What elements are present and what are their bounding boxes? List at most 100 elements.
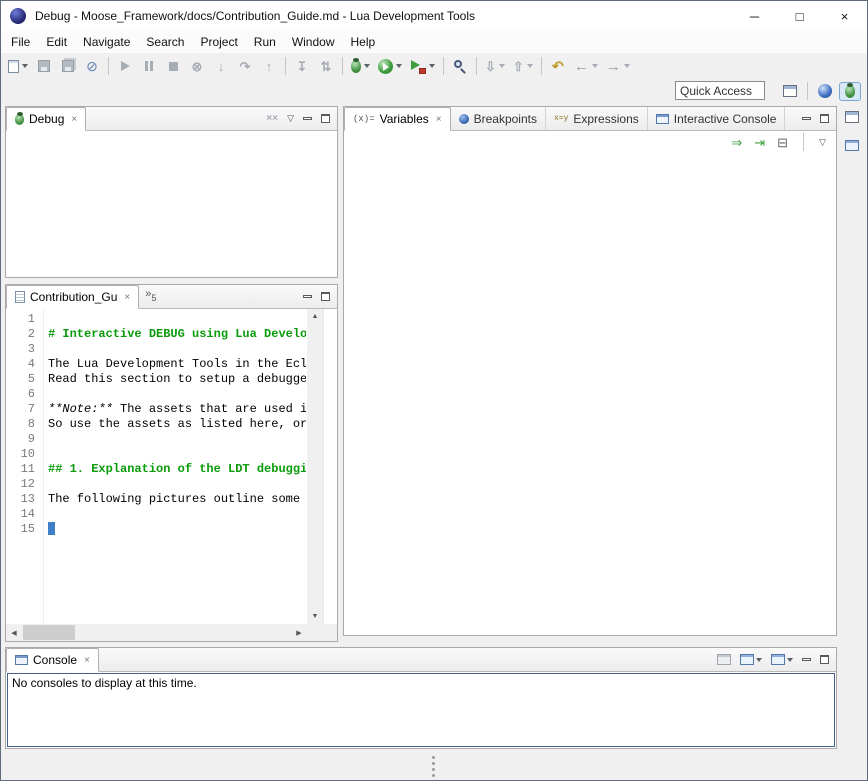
code-area[interactable]: # Interactive DEBUG using Lua Develop Th… — [45, 309, 306, 624]
skip-breakpoints-button[interactable]: ⊘ — [81, 55, 103, 77]
tab-breakpoints[interactable]: Breakpoints — [451, 107, 546, 130]
maximize-view-button[interactable] — [820, 114, 829, 123]
tab-variables[interactable]: (x)= Variables × — [344, 107, 451, 131]
menu-window[interactable]: Window — [284, 32, 343, 52]
step-into-button[interactable]: ↓ — [210, 55, 232, 77]
save-button[interactable] — [33, 55, 55, 77]
skip-breakpoints-icon: ⊘ — [86, 59, 98, 73]
menu-run[interactable]: Run — [246, 32, 284, 52]
sash-grip[interactable] — [432, 756, 435, 777]
save-icon — [38, 60, 50, 72]
menu-navigate[interactable]: Navigate — [75, 32, 138, 52]
back-button[interactable]: ← — [571, 55, 601, 77]
show-logical-structure-button[interactable]: ⇒ — [731, 136, 742, 149]
tab-console[interactable]: Console × — [6, 648, 99, 672]
remove-terminated-button[interactable]: ×× — [266, 114, 278, 124]
scroll-up-icon[interactable]: ▲ — [307, 309, 323, 324]
tab-expressions[interactable]: x=y Expressions — [546, 107, 648, 130]
close-tab-icon[interactable]: × — [71, 114, 77, 125]
tab-contribution-guide[interactable]: Contribution_Gu × — [6, 285, 139, 309]
menu-project[interactable]: Project — [192, 32, 245, 52]
horizontal-scrollbar[interactable]: ◀ ▶ — [6, 624, 307, 641]
minimize-button[interactable]: ─ — [732, 1, 777, 31]
line-number-gutter[interactable]: 1 2 3 4 5 6 7 8 9 10 11 12 13 14 15 — [6, 309, 44, 624]
console-icon — [15, 655, 28, 665]
open-perspective-icon — [783, 85, 797, 97]
code-text: # Interactive DEBUG using Lua Develop — [48, 327, 306, 341]
quick-access-input[interactable] — [675, 81, 765, 100]
scroll-left-icon[interactable]: ◀ — [6, 625, 22, 640]
search-button[interactable] — [449, 55, 471, 77]
line-number: 5 — [6, 372, 43, 387]
previous-annotation-button[interactable]: ⇧ — [510, 55, 536, 77]
scroll-down-icon[interactable]: ▼ — [307, 609, 323, 624]
fast-view-button-2[interactable] — [842, 135, 862, 155]
menu-edit[interactable]: Edit — [38, 32, 75, 52]
resume-button[interactable] — [114, 55, 136, 77]
scroll-right-icon[interactable]: ▶ — [291, 625, 307, 640]
line-number: 1 — [6, 312, 43, 327]
minimize-view-button[interactable] — [802, 117, 811, 120]
editor-tab-actions — [303, 285, 337, 308]
view-menu-icon: ▽ — [287, 113, 294, 124]
dropdown-caret — [592, 64, 598, 68]
external-tools-button[interactable] — [407, 55, 438, 77]
view-menu-button[interactable]: ▽ — [287, 113, 294, 124]
last-edit-location-button[interactable]: ↶ — [547, 55, 569, 77]
step-over-icon: ↷ — [240, 60, 251, 73]
variables-tab-actions — [802, 107, 836, 130]
code-text: The assets that are used in — [113, 402, 306, 416]
vertical-scrollbar[interactable]: ▲ ▼ — [307, 309, 323, 624]
maximize-button[interactable]: □ — [777, 1, 822, 31]
minimize-view-button[interactable] — [303, 117, 312, 120]
close-tab-icon[interactable]: × — [436, 114, 442, 125]
tab-debug[interactable]: Debug × — [6, 107, 86, 131]
line-number: 2 — [6, 327, 43, 342]
app-icon[interactable] — [10, 8, 26, 24]
maximize-view-button[interactable] — [321, 114, 330, 123]
code-line: **Note:** The assets that are used in — [45, 402, 306, 417]
menu-help[interactable]: Help — [343, 32, 384, 52]
debug-button[interactable] — [348, 55, 373, 77]
suspend-button[interactable] — [138, 55, 160, 77]
tab-overflow-button[interactable]: » 5 — [145, 285, 156, 308]
file-icon — [15, 291, 25, 303]
pin-console-button[interactable] — [771, 654, 793, 665]
next-annotation-button[interactable]: ⇩ — [482, 55, 508, 77]
close-button[interactable]: × — [822, 1, 867, 31]
perspective-bar — [783, 81, 861, 101]
debug-perspective-button[interactable] — [839, 82, 861, 101]
scrollbar-thumb[interactable] — [23, 625, 75, 640]
debug-tabrow: Debug × ×× ▽ — [6, 107, 337, 131]
previous-annotation-icon: ⇧ — [513, 60, 524, 73]
display-selected-console-button[interactable] — [717, 654, 731, 665]
step-return-button[interactable]: ↑ — [258, 55, 280, 77]
new-button[interactable] — [5, 55, 31, 77]
disconnect-button[interactable]: ⊗ — [186, 55, 208, 77]
tab-interactive-console[interactable]: Interactive Console — [648, 107, 786, 130]
fast-view-button-1[interactable] — [842, 107, 862, 127]
save-all-button[interactable] — [57, 55, 79, 77]
lua-perspective-button[interactable] — [818, 84, 832, 98]
forward-button[interactable]: → — [603, 55, 633, 77]
menu-file[interactable]: File — [3, 32, 38, 52]
maximize-view-button[interactable] — [321, 292, 330, 301]
view-menu-button[interactable]: ▽ — [819, 137, 826, 148]
step-over-button[interactable]: ↷ — [234, 55, 256, 77]
use-step-filters-button[interactable]: ⇅ — [315, 55, 337, 77]
expressions-icon: x=y — [554, 114, 568, 123]
open-perspective-button[interactable] — [783, 85, 797, 97]
collapse-all-button[interactable]: ⊟ — [777, 136, 788, 149]
close-tab-icon[interactable]: × — [84, 655, 90, 666]
terminate-button[interactable] — [162, 55, 184, 77]
minimize-view-button[interactable] — [802, 658, 811, 661]
menu-search[interactable]: Search — [138, 32, 192, 52]
open-console-button[interactable] — [740, 654, 762, 665]
maximize-view-button[interactable] — [820, 655, 829, 664]
run-button[interactable] — [375, 55, 405, 77]
show-type-names-button[interactable]: ⇥ — [754, 136, 765, 149]
minimize-view-button[interactable] — [303, 295, 312, 298]
drop-to-frame-button[interactable]: ↧ — [291, 55, 313, 77]
close-tab-icon[interactable]: × — [124, 292, 130, 303]
perspective-toolbar — [1, 79, 867, 103]
